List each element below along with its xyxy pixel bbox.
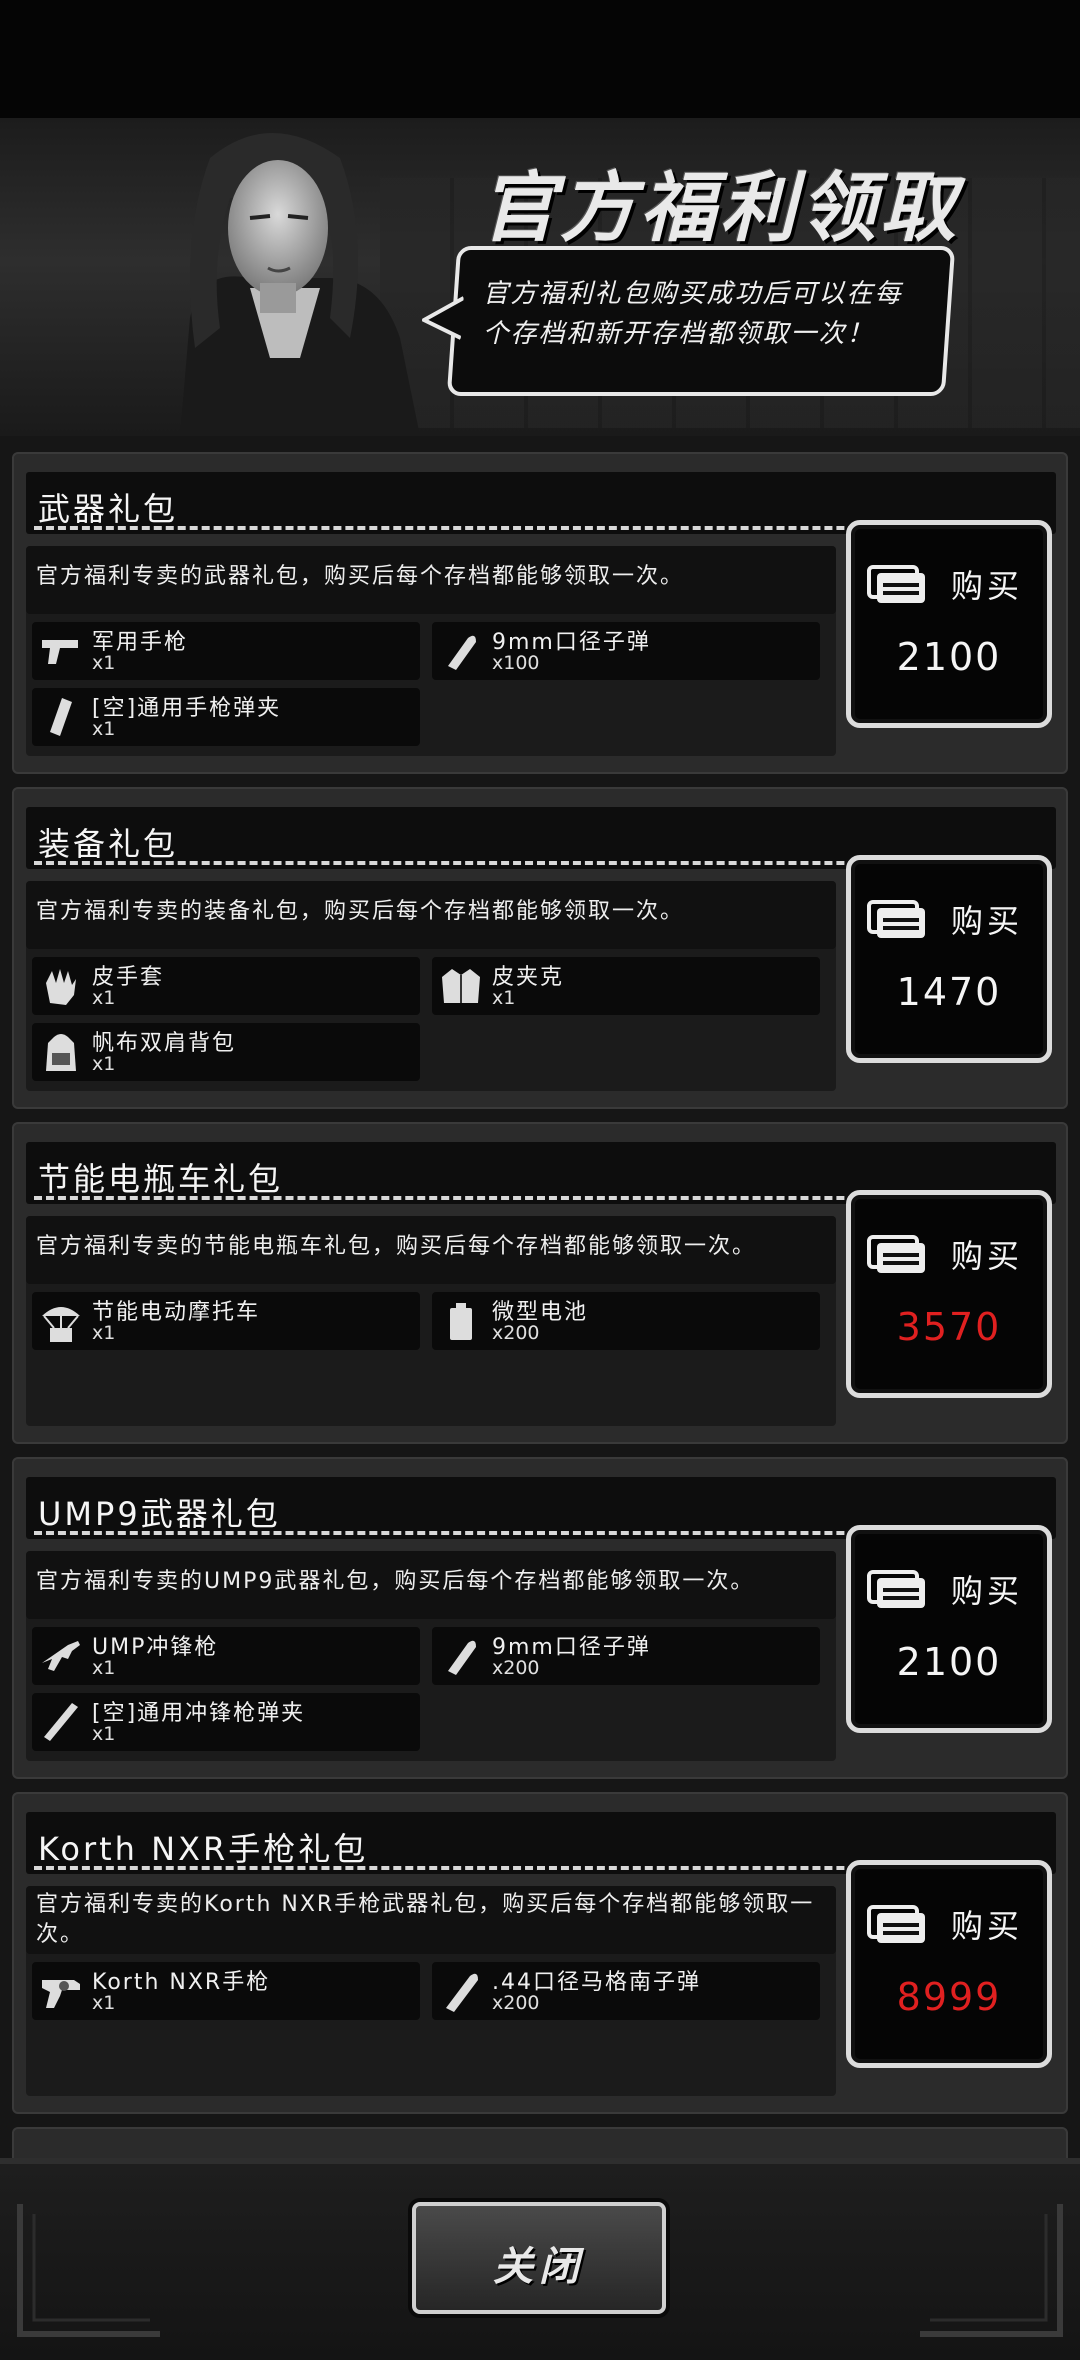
pack-item: .44口径马格南子弹 x200 — [432, 1962, 820, 2020]
pack-item: UMP冲锋枪 x1 — [32, 1627, 420, 1685]
jacket-icon — [442, 969, 480, 1003]
pack-card: Korth NXR手枪礼包 官方福利专卖的Korth NXR手枪武器礼包，购买后… — [12, 1792, 1068, 2114]
item-name: [空]通用手枪弹夹 — [92, 696, 282, 721]
speech-bubble-tail — [419, 296, 465, 340]
item-qty: x1 — [92, 1053, 116, 1075]
buy-label: 购买 — [951, 1572, 1024, 1610]
item-qty: x1 — [92, 718, 116, 740]
pack-contents: 官方福利专卖的UMP9武器礼包，购买后每个存档都能够领取一次。 UMP冲锋枪 x… — [26, 1551, 836, 1761]
item-name: [空]通用冲锋枪弹夹 — [92, 1701, 306, 1726]
buy-button[interactable]: 购买 1470 — [846, 855, 1052, 1063]
buy-button[interactable]: 购买 8999 — [846, 1860, 1052, 2068]
pack-contents: 官方福利专卖的武器礼包，购买后每个存档都能够领取一次。 军用手枪 x1 9mm口… — [26, 546, 836, 756]
backpack-icon — [46, 1034, 76, 1071]
pack-item: 军用手枪 x1 — [32, 622, 420, 680]
header-title: 官方福利领取 — [480, 163, 960, 252]
pack-card: 装备礼包 官方福利专卖的装备礼包，购买后每个存档都能够领取一次。 皮手套 x1 … — [12, 787, 1068, 1109]
airdrop-icon — [42, 1307, 80, 1342]
header-banner: 官方福利领取 官方福利礼包购买成功后可以在每个存档和新开存档都领取一次！ — [0, 118, 1080, 442]
buy-label: 购买 — [951, 902, 1024, 940]
pack-title: 装备礼包 — [38, 825, 179, 863]
pack-card: UMP9武器礼包 官方福利专卖的UMP9武器礼包，购买后每个存档都能够领取一次。… — [12, 1457, 1068, 1779]
item-qty: x200 — [492, 1322, 540, 1344]
pack-item: 9mm口径子弹 x200 — [432, 1627, 820, 1685]
item-qty: x1 — [492, 987, 516, 1009]
item-qty: x1 — [92, 652, 116, 674]
pack-description: 官方福利专卖的武器礼包，购买后每个存档都能够领取一次。 — [36, 564, 685, 589]
pack-item: [空]通用冲锋枪弹夹 x1 — [32, 1693, 420, 1751]
price: 2100 — [896, 635, 1002, 679]
pack-item: [空]通用手枪弹夹 x1 — [32, 688, 420, 746]
pack-title: 武器礼包 — [38, 490, 179, 528]
buy-label: 购买 — [951, 567, 1024, 605]
corner-ornament-left — [17, 2204, 160, 2337]
pack-item: 皮夹克 x1 — [432, 957, 820, 1015]
item-qty: x1 — [92, 987, 116, 1009]
revolver-icon — [42, 1980, 80, 2008]
price: 8999 — [896, 1975, 1002, 2019]
bullet-icon — [448, 635, 476, 670]
pack-contents: 官方福利专卖的Korth NXR手枪武器礼包，购买后每个存档都能够领取一次。 K… — [26, 1886, 836, 2096]
pack-title: 节能电瓶车礼包 — [38, 1160, 284, 1198]
item-qty: x200 — [492, 1657, 540, 1679]
pack-item: 微型电池 x200 — [432, 1292, 820, 1350]
cash-icon — [867, 565, 925, 603]
item-qty: x1 — [92, 1657, 116, 1679]
smg-icon — [42, 1641, 80, 1671]
battery-icon — [450, 1303, 472, 1340]
close-button-label: 关闭 — [493, 2244, 585, 2290]
buy-button[interactable]: 购买 2100 — [846, 520, 1052, 728]
bullet-icon — [448, 1640, 476, 1675]
magazine-icon — [50, 698, 72, 736]
corner-ornament-right — [920, 2204, 1063, 2337]
pack-item: 帆布双肩背包 x1 — [32, 1023, 420, 1081]
cash-icon — [867, 1235, 925, 1273]
pack-description: 官方福利专卖的装备礼包，购买后每个存档都能够领取一次。 — [36, 899, 685, 924]
pack-card: 武器礼包 官方福利专卖的武器礼包，购买后每个存档都能够领取一次。 军用手枪 x1… — [12, 452, 1068, 774]
item-qty: x1 — [92, 1322, 116, 1344]
footer: 关闭 — [0, 2158, 1080, 2360]
cash-icon — [867, 900, 925, 938]
character-portrait — [180, 133, 420, 436]
pack-description: 官方福利专卖的节能电瓶车礼包，购买后每个存档都能够领取一次。 — [36, 1234, 757, 1259]
magazine-icon — [44, 1703, 78, 1741]
speech-bubble-text: 官方福利礼包购买成功后可以在每个存档和新开存档都领取一次！ — [482, 279, 903, 349]
item-name: 节能电动摩托车 — [92, 1300, 261, 1325]
pack-contents: 官方福利专卖的装备礼包，购买后每个存档都能够领取一次。 皮手套 x1 皮夹克 x… — [26, 881, 836, 1091]
pack-contents: 官方福利专卖的节能电瓶车礼包，购买后每个存档都能够领取一次。 节能电动摩托车 x… — [26, 1216, 836, 1426]
pack-card-partial — [12, 2127, 1068, 2158]
price: 1470 — [896, 970, 1002, 1014]
cash-icon — [867, 1570, 925, 1608]
pack-item: 皮手套 x1 — [32, 957, 420, 1015]
close-button[interactable]: 关闭 — [412, 2202, 666, 2314]
pack-item: 节能电动摩托车 x1 — [32, 1292, 420, 1350]
glove-icon — [46, 969, 76, 1005]
buy-button[interactable]: 购买 3570 — [846, 1190, 1052, 1398]
price: 3570 — [896, 1305, 1002, 1349]
top-bar — [0, 0, 1080, 118]
pack-title: UMP9武器礼包 — [38, 1495, 281, 1533]
item-qty: x1 — [92, 1992, 116, 2014]
buy-button[interactable]: 购买 2100 — [846, 1525, 1052, 1733]
price: 2100 — [896, 1640, 1002, 1684]
item-name: Korth NXR手枪 — [92, 1970, 271, 1995]
item-qty: x1 — [92, 1723, 116, 1745]
pack-item: 9mm口径子弹 x100 — [432, 622, 820, 680]
item-qty: x200 — [492, 1992, 540, 2014]
pistol-icon — [42, 640, 78, 664]
cash-icon — [867, 1905, 925, 1943]
pack-description: 官方福利专卖的Korth NXR手枪武器礼包，购买后每个存档都能够领取一次。 — [36, 1892, 815, 1947]
pack-item: Korth NXR手枪 x1 — [32, 1962, 420, 2020]
pack-description: 官方福利专卖的UMP9武器礼包，购买后每个存档都能够领取一次。 — [36, 1569, 755, 1594]
pack-card: 节能电瓶车礼包 官方福利专卖的节能电瓶车礼包，购买后每个存档都能够领取一次。 节… — [12, 1122, 1068, 1444]
item-qty: x100 — [492, 652, 540, 674]
buy-label: 购买 — [951, 1237, 1024, 1275]
speech-bubble: 官方福利礼包购买成功后可以在每个存档和新开存档都领取一次！ — [419, 246, 956, 396]
bullet-icon — [446, 1973, 478, 2012]
buy-label: 购买 — [951, 1907, 1024, 1945]
pack-list[interactable]: 武器礼包 官方福利专卖的武器礼包，购买后每个存档都能够领取一次。 军用手枪 x1… — [0, 436, 1080, 2158]
pack-title: Korth NXR手枪礼包 — [38, 1830, 369, 1868]
